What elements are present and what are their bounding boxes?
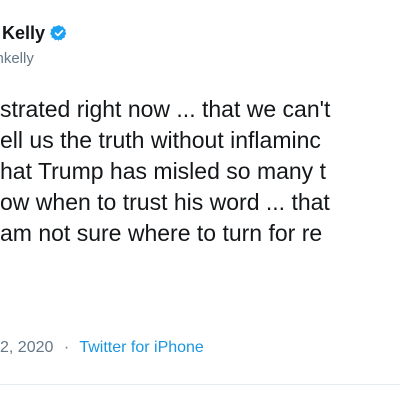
tweet-timestamp[interactable]: 2, 2020	[0, 339, 53, 356]
tweet-source-link[interactable]: Twitter for iPhone	[79, 339, 204, 356]
tweet-text-line: ow when to trust his word ... that	[0, 189, 330, 215]
tweet-card: n Kelly ynkelly strated right now ... th…	[0, 0, 400, 400]
tweet-text-line: ell us the truth without inflaminc	[0, 127, 321, 153]
tweet-text-line: am not sure where to turn for re	[0, 220, 323, 246]
author-display-name[interactable]: n Kelly	[0, 23, 45, 44]
author-name-row: n Kelly	[0, 22, 68, 44]
author-handle[interactable]: ynkelly	[0, 50, 34, 67]
tweet-text-line: hat Trump has misled so many t	[0, 158, 326, 184]
divider	[0, 384, 400, 385]
verified-badge-icon	[50, 24, 68, 42]
tweet-meta-row: 2, 2020 · Twitter for iPhone	[0, 339, 204, 357]
meta-separator: ·	[63, 339, 70, 356]
tweet-text: strated right now ... that we can't ell …	[0, 94, 400, 249]
tweet-text-line: strated right now ... that we can't	[0, 96, 331, 122]
